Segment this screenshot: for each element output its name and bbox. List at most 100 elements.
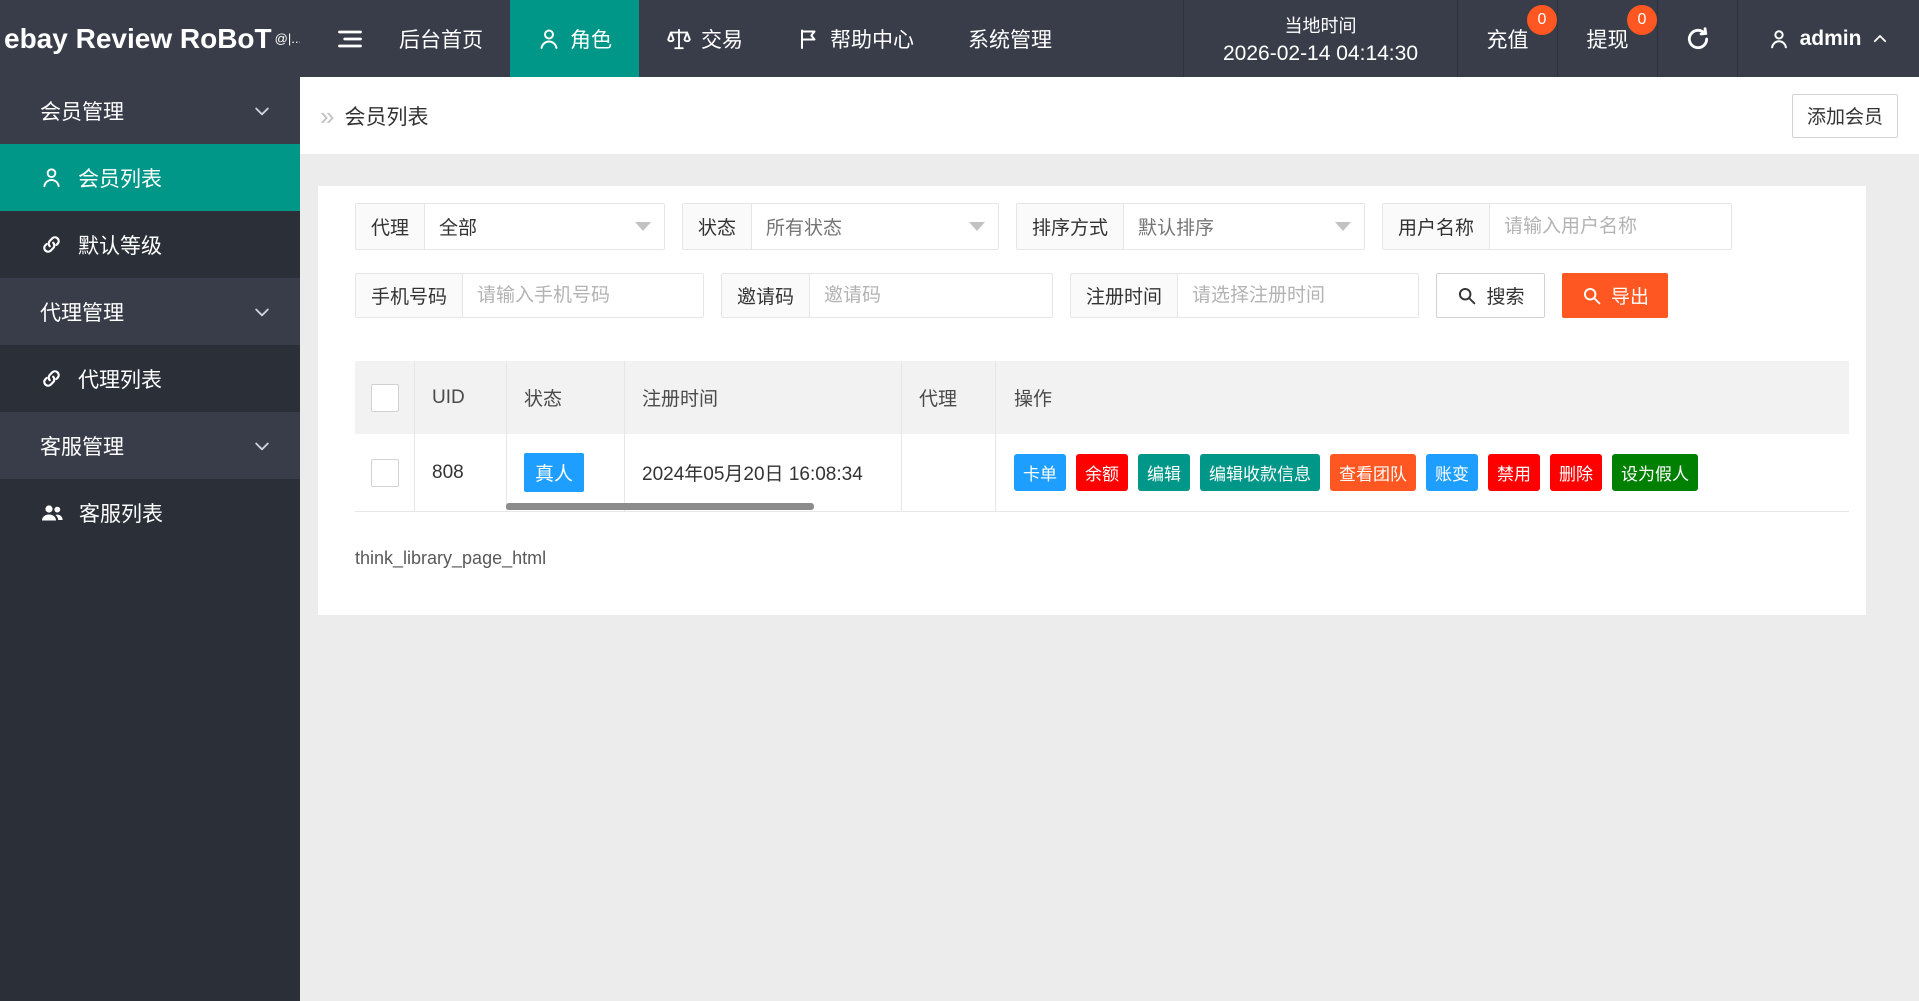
- invite-code-input[interactable]: [810, 274, 1052, 317]
- sidebar-item-default-level[interactable]: 默认等级: [0, 211, 300, 278]
- sidebar-group-service-management[interactable]: 客服管理: [0, 412, 300, 479]
- header-cell-checkbox: [355, 361, 415, 434]
- phone-field: 手机号码: [355, 273, 704, 318]
- sidebar-item-label: 代理列表: [78, 368, 162, 392]
- main-content: » 会员列表 添加会员 代理 全部 状态 所有状态 排序方式 默认排序 用户名称…: [300, 77, 1919, 1001]
- scales-icon: [666, 26, 692, 52]
- refresh-button[interactable]: [1657, 0, 1737, 77]
- agent-selected-option: 全部: [439, 218, 478, 239]
- row-cell-uid: 808: [415, 434, 507, 511]
- header-cell-agent: 代理: [902, 361, 996, 434]
- row-checkbox[interactable]: [370, 458, 399, 487]
- app-logo-text: ebay Review RoBoT: [4, 22, 272, 54]
- header-cell-uid: UID: [415, 361, 507, 434]
- link-icon: [40, 367, 63, 390]
- sidebar-group-agent-management[interactable]: 代理管理: [0, 278, 300, 345]
- phone-field-label: 手机号码: [356, 274, 464, 317]
- action-buttons: 卡单 余额 编辑 编辑收款信息 查看团队 账变 禁用 删除 设为假人: [996, 434, 1849, 511]
- app-logo: ebay Review RoBoT @|...: [0, 0, 300, 77]
- chevron-up-icon: [1871, 30, 1889, 48]
- tab-trade[interactable]: 交易: [639, 0, 770, 77]
- recharge-count-badge: 0: [1527, 5, 1557, 35]
- recharge-button[interactable]: 充值 0: [1457, 0, 1557, 77]
- agent-select-label: 代理: [356, 204, 426, 249]
- row-cell-checkbox: [355, 434, 415, 511]
- withdraw-label: 提现: [1586, 28, 1629, 52]
- withdraw-button[interactable]: 提现 0: [1557, 0, 1657, 77]
- username-field: 用户名称: [1382, 203, 1732, 250]
- sidebar-group-label: 客服管理: [40, 435, 124, 459]
- header-cell-actions: 操作: [1014, 389, 1053, 410]
- agent-select-value: 全部: [425, 204, 664, 249]
- table-row: 808 真人 2024年05月20日 16:08:34 卡单 余额 编辑 编辑收款信息…: [355, 434, 1849, 512]
- register-time-input[interactable]: [1178, 274, 1418, 317]
- agent-select[interactable]: 代理 全部: [355, 203, 665, 250]
- sidebar-group-member-management[interactable]: 会员管理: [0, 77, 300, 144]
- action-button[interactable]: 编辑: [1138, 454, 1190, 491]
- sort-select[interactable]: 排序方式 默认排序: [1016, 203, 1365, 250]
- action-button[interactable]: 禁用: [1488, 454, 1540, 491]
- chevron-down-icon: [969, 222, 985, 231]
- export-button[interactable]: 导出: [1562, 273, 1668, 318]
- action-button[interactable]: 设为假人: [1612, 454, 1698, 491]
- sidebar-item-member-list[interactable]: 会员列表: [0, 144, 300, 211]
- status-selected-option: 所有状态: [766, 218, 843, 239]
- sidebar: 会员管理 会员列表 默认等级 代理管理 代理列表 客服管理 客服列表: [0, 77, 300, 1001]
- action-button[interactable]: 删除: [1550, 454, 1602, 491]
- user-icon: [1768, 28, 1790, 50]
- action-button[interactable]: 余额: [1076, 454, 1128, 491]
- action-button[interactable]: 查看团队: [1330, 454, 1416, 491]
- status-select-label: 状态: [683, 204, 753, 249]
- sidebar-item-label: 默认等级: [78, 234, 162, 258]
- action-button[interactable]: 编辑收款信息: [1200, 454, 1320, 491]
- phone-input[interactable]: [463, 274, 703, 317]
- user-menu[interactable]: admin: [1737, 0, 1919, 77]
- action-button[interactable]: 账变: [1426, 454, 1478, 491]
- withdraw-count-badge: 0: [1627, 5, 1657, 35]
- horizontal-scrollbar-thumb[interactable]: [506, 503, 814, 510]
- action-button[interactable]: 卡单: [1014, 454, 1066, 491]
- member-table: UID 状态 注册时间 代理 操作 808 真人 2024年05月20日 16:…: [355, 361, 1849, 512]
- search-icon: [1456, 285, 1477, 306]
- search-button-label: 搜索: [1486, 287, 1525, 308]
- row-cell-status: 真人: [507, 434, 625, 511]
- tab-dashboard[interactable]: 后台首页: [372, 0, 510, 77]
- add-member-button[interactable]: 添加会员: [1792, 93, 1898, 138]
- app-logo-suffix: @|...: [274, 31, 300, 46]
- person-icon: [537, 27, 561, 51]
- breadcrumb-separator-icon: »: [320, 100, 335, 131]
- status-badge: 真人: [524, 453, 585, 492]
- menu-collapse-icon[interactable]: [328, 0, 372, 77]
- tab-system[interactable]: 系统管理: [941, 0, 1079, 77]
- username: admin: [1799, 26, 1862, 50]
- filter-row-2: 手机号码 邀请码 注册时间 搜索: [355, 273, 1850, 318]
- tab-roles[interactable]: 角色: [510, 0, 639, 77]
- tab-help-center[interactable]: 帮助中心: [770, 0, 941, 77]
- sort-select-value: 默认排序: [1124, 204, 1364, 249]
- sidebar-item-agent-list[interactable]: 代理列表: [0, 345, 300, 412]
- local-time-value: 2026-02-14 04:14:30: [1223, 41, 1418, 65]
- debug-footer-text: think_library_page_html: [355, 548, 547, 568]
- invite-code-field-label: 邀请码: [722, 274, 811, 317]
- search-button[interactable]: 搜索: [1436, 273, 1545, 318]
- link-icon: [40, 233, 63, 256]
- tab-trade-label: 交易: [701, 28, 743, 52]
- status-select[interactable]: 状态 所有状态: [682, 203, 999, 250]
- tab-dashboard-label: 后台首页: [399, 28, 483, 52]
- register-time-field: 注册时间: [1070, 273, 1419, 318]
- top-bar: ebay Review RoBoT @|... 后台首页 角色 交易 帮助中心 …: [0, 0, 1919, 77]
- refresh-icon: [1685, 26, 1711, 52]
- header-cell-status: 状态: [507, 361, 625, 434]
- users-icon: [40, 501, 64, 525]
- select-all-checkbox[interactable]: [370, 383, 399, 412]
- sort-selected-option: 默认排序: [1138, 218, 1215, 239]
- sidebar-group-label: 代理管理: [40, 301, 124, 325]
- tab-roles-label: 角色: [570, 28, 612, 52]
- chevron-down-icon: [252, 302, 272, 322]
- filter-row-1: 代理 全部 状态 所有状态 排序方式 默认排序 用户名称 请输入用户名称: [355, 203, 1850, 250]
- sidebar-item-label: 客服列表: [79, 502, 163, 526]
- username-input[interactable]: [1490, 204, 1731, 249]
- table-header-row: UID 状态 注册时间 代理 操作: [355, 361, 1849, 434]
- sidebar-item-service-list[interactable]: 客服列表: [0, 479, 300, 546]
- member-list-card: 代理 全部 状态 所有状态 排序方式 默认排序 用户名称 请输入用户名称 手机号…: [318, 186, 1866, 615]
